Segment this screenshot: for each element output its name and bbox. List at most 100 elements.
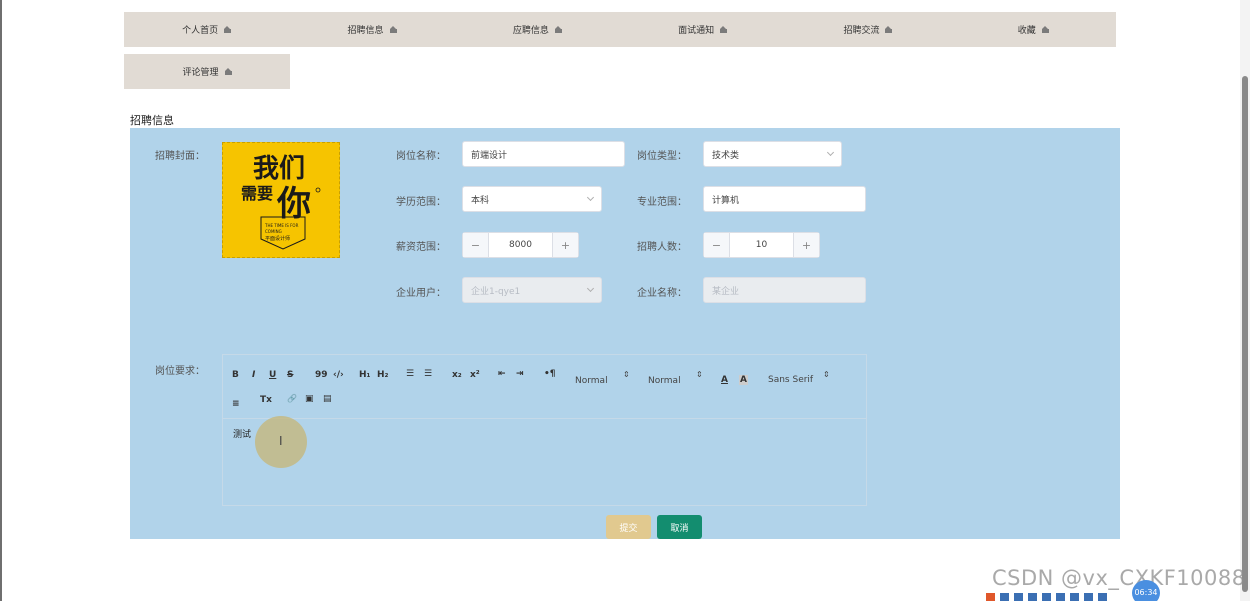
tray-icon[interactable] <box>1098 593 1107 601</box>
header-select[interactable]: Normal <box>648 376 681 386</box>
cover-text-6: 平面设计师 <box>265 235 290 242</box>
cover-text-2: 需要 <box>241 184 273 203</box>
code-block-button[interactable]: ‹/› <box>333 370 344 380</box>
italic-button[interactable]: I <box>252 370 255 380</box>
nav-item-label: 应聘信息 <box>512 26 549 36</box>
job-name-input[interactable]: 前端设计 <box>462 141 625 167</box>
tray-icon[interactable] <box>1042 593 1051 601</box>
tray-icon[interactable] <box>1084 593 1093 601</box>
nav-item-comments[interactable]: 评论管理 <box>124 54 290 89</box>
tray-icon[interactable] <box>1056 593 1065 601</box>
vertical-scrollbar[interactable] <box>1240 0 1250 601</box>
cover-image: 我们 需要 你 THE TIME IS FOR COMING 平面设计师 <box>223 143 339 257</box>
salary-stepper[interactable]: − 8000 + <box>462 232 579 258</box>
superscript-button[interactable]: x² <box>470 370 480 380</box>
nav-item-applications[interactable]: 应聘信息 <box>455 12 620 47</box>
link-button[interactable]: 🔗 <box>287 394 297 403</box>
bullet-list-button[interactable]: ☰ <box>424 369 432 379</box>
ordered-list-button[interactable]: ☰ <box>406 369 414 379</box>
text-color-button[interactable]: A <box>721 375 728 385</box>
company-name-label: 企业名称： <box>637 288 687 299</box>
subscript-button[interactable]: x₂ <box>452 370 462 380</box>
strike-button[interactable]: S <box>287 370 293 380</box>
headcount-stepper[interactable]: − 10 + <box>703 232 820 258</box>
background-color-button[interactable]: A <box>739 375 748 385</box>
education-label: 学历范围： <box>396 197 446 208</box>
chevron-down-icon <box>586 193 595 202</box>
header-2-button[interactable]: H₂ <box>377 370 388 380</box>
video-button[interactable]: ▤ <box>323 394 332 404</box>
text-direction-button[interactable]: •¶ <box>544 369 555 379</box>
job-name-value: 前端设计 <box>471 150 508 161</box>
tray-icon[interactable] <box>1070 593 1079 601</box>
major-input[interactable]: 计算机 <box>703 186 866 212</box>
underline-button[interactable]: U <box>269 370 276 380</box>
clean-format-button[interactable]: Tx <box>260 395 272 405</box>
header-1-button[interactable]: H₁ <box>359 370 370 380</box>
top-nav: 个人首页 招聘信息 应聘信息 面试通知 招聘交流 收藏 <box>124 12 1116 47</box>
scrollbar-thumb[interactable] <box>1242 76 1248 592</box>
headcount-label: 招聘人数： <box>637 242 687 253</box>
home-icon <box>389 26 397 33</box>
home-icon <box>224 68 232 75</box>
job-name-label: 岗位名称： <box>396 151 446 162</box>
cover-text-5: COMING <box>265 229 282 234</box>
size-select[interactable]: Normal <box>575 376 608 386</box>
chevron-down-icon <box>826 148 835 157</box>
submit-button[interactable]: 提交 <box>606 515 651 539</box>
cover-text-1: 我们 <box>253 154 305 184</box>
nav-item-label: 个人首页 <box>182 26 219 36</box>
watermark: CSDN @vx_CXKF10088 <box>992 566 1246 590</box>
text-cursor-icon: I <box>279 434 283 448</box>
company-user-select: 企业1-qye1 <box>462 277 602 303</box>
window-left-border <box>0 0 2 601</box>
align-button[interactable]: ≡ <box>232 399 240 409</box>
clock-badge: 06:34 <box>1132 580 1160 601</box>
outdent-button[interactable]: ⇤ <box>498 369 506 379</box>
job-form-panel: 招聘封面： 我们 需要 你 THE TIME IS FOR COMING 平面设… <box>130 128 1120 539</box>
cover-label: 招聘封面： <box>155 151 205 162</box>
image-button[interactable]: ▣ <box>305 394 314 404</box>
salary-decrement-button[interactable]: − <box>463 233 489 257</box>
editor-content[interactable]: 测试 <box>233 427 251 440</box>
education-select[interactable]: 本科 <box>462 186 602 212</box>
nav-item-favorites[interactable]: 收藏 <box>951 12 1116 47</box>
nav-item-exchange[interactable]: 招聘交流 <box>785 12 950 47</box>
editor-toolbar: B I U S 99 ‹/› H₁ H₂ ☰ ☰ x₂ x² ⇤ ⇥ •¶ No… <box>223 355 866 419</box>
major-label: 专业范围： <box>637 197 687 208</box>
headcount-decrement-button[interactable]: − <box>704 233 730 257</box>
bold-button[interactable]: B <box>232 370 239 380</box>
nav-item-label: 招聘交流 <box>843 26 880 36</box>
cancel-button[interactable]: 取消 <box>657 515 702 539</box>
rich-text-editor: B I U S 99 ‹/› H₁ H₂ ☰ ☰ x₂ x² ⇤ ⇥ •¶ No… <box>222 354 867 506</box>
nav-item-interviews[interactable]: 面试通知 <box>620 12 785 47</box>
nav-item-label: 评论管理 <box>182 68 219 78</box>
tray-icon[interactable] <box>1028 593 1037 601</box>
company-user-label: 企业用户： <box>396 288 446 299</box>
tray-icon[interactable] <box>1000 593 1009 601</box>
blockquote-button[interactable]: 99 <box>315 370 328 380</box>
salary-increment-button[interactable]: + <box>552 233 578 257</box>
cover-image-upload[interactable]: 我们 需要 你 THE TIME IS FOR COMING 平面设计师 <box>222 142 340 258</box>
tray-icon[interactable] <box>1014 593 1023 601</box>
section-title: 招聘信息 <box>130 114 174 127</box>
major-value: 计算机 <box>712 195 740 206</box>
job-type-value: 技术类 <box>712 150 740 161</box>
nav-item-label: 招聘信息 <box>347 26 384 36</box>
home-icon <box>720 26 728 33</box>
nav-item-label: 收藏 <box>1017 26 1036 36</box>
indent-button[interactable]: ⇥ <box>516 369 524 379</box>
font-select[interactable]: Sans Serif <box>768 375 813 385</box>
home-icon <box>1041 26 1049 33</box>
tray-icon[interactable] <box>986 593 995 601</box>
salary-value[interactable]: 8000 <box>489 233 552 257</box>
home-icon <box>224 26 232 33</box>
company-user-placeholder: 企业1-qye1 <box>471 286 521 297</box>
home-icon <box>885 26 893 33</box>
headcount-increment-button[interactable]: + <box>793 233 819 257</box>
nav-item-home[interactable]: 个人首页 <box>124 12 289 47</box>
headcount-value[interactable]: 10 <box>730 233 793 257</box>
nav-item-job-posts[interactable]: 招聘信息 <box>289 12 454 47</box>
job-type-select[interactable]: 技术类 <box>703 141 842 167</box>
job-type-label: 岗位类型： <box>637 151 687 162</box>
